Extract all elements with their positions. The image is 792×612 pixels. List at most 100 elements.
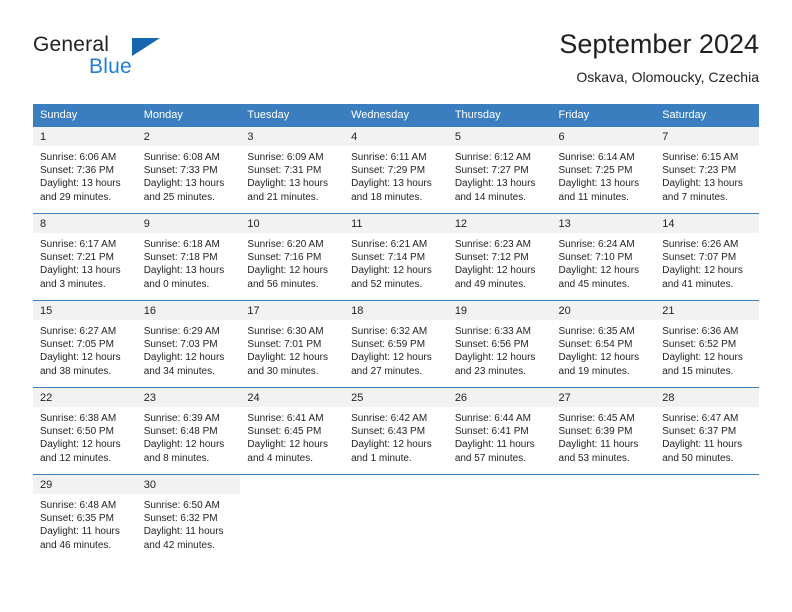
calendar-day-cell[interactable]: 27 Sunrise: 6:45 AM Sunset: 6:39 PM Dayligh… bbox=[551, 387, 656, 475]
calendar-cell-inner: 25 Sunrise: 6:42 AM Sunset: 6:43 PM Dayligh… bbox=[344, 388, 448, 474]
calendar-day-cell[interactable]: 19 Sunrise: 6:33 AM Sunset: 6:56 PM Dayligh… bbox=[447, 300, 552, 388]
calendar-cell-inner: 23 Sunrise: 6:39 AM Sunset: 6:48 PM Dayligh… bbox=[136, 388, 241, 474]
calendar-day-cell[interactable]: 8 Sunrise: 6:17 AM Sunset: 7:21 PM Daylight… bbox=[33, 213, 137, 301]
calendar-day-cell[interactable]: 13 Sunrise: 6:24 AM Sunset: 7:10 PM Dayligh… bbox=[551, 213, 656, 301]
calendar-day-cell[interactable]: 5 Sunrise: 6:12 AM Sunset: 7:27 PM Daylight… bbox=[447, 126, 552, 214]
calendar-cell-inner: 10 Sunrise: 6:20 AM Sunset: 7:16 PM Dayligh… bbox=[240, 214, 345, 300]
calendar-cell-inner bbox=[240, 475, 345, 561]
sunset-text: Sunset: 7:21 PM bbox=[40, 252, 114, 264]
daylight-text: Daylight: 12 hours and 52 minutes. bbox=[351, 265, 432, 290]
sunrise-text: Sunrise: 6:27 AM bbox=[40, 326, 117, 337]
day-number bbox=[551, 475, 656, 494]
calendar-day-cell[interactable]: 16 Sunrise: 6:29 AM Sunset: 7:03 PM Dayligh… bbox=[136, 300, 241, 388]
sunset-text: Sunset: 6:41 PM bbox=[454, 426, 529, 438]
day-details: Sunrise: 6:24 AM Sunset: 7:10 PM Daylight:… bbox=[552, 233, 656, 291]
weekday-header-tuesday: Tuesday bbox=[240, 104, 345, 127]
calendar-day-cell[interactable]: 17 Sunrise: 6:30 AM Sunset: 7:01 PM Dayligh… bbox=[240, 300, 345, 388]
calendar-week-row: 22 Sunrise: 6:38 AM Sunset: 6:50 PM Dayligh… bbox=[33, 387, 759, 475]
calendar-cell-inner: 2 Sunrise: 6:08 AM Sunset: 7:33 PM Daylight… bbox=[136, 127, 241, 213]
day-details: Sunrise: 6:47 AM Sunset: 6:37 PM Daylight:… bbox=[655, 407, 759, 465]
calendar-day-cell[interactable]: 10 Sunrise: 6:20 AM Sunset: 7:16 PM Dayligh… bbox=[240, 213, 345, 301]
daylight-text: Daylight: 11 hours and 57 minutes. bbox=[454, 439, 535, 464]
day-number: 20 bbox=[551, 301, 656, 320]
sunrise-text: Sunrise: 6:08 AM bbox=[143, 152, 220, 163]
calendar-day-cell[interactable]: 26 Sunrise: 6:44 AM Sunset: 6:41 PM Dayligh… bbox=[447, 387, 552, 475]
calendar-cell-inner: 24 Sunrise: 6:41 AM Sunset: 6:45 PM Dayligh… bbox=[240, 388, 345, 474]
calendar-day-cell[interactable]: 2 Sunrise: 6:08 AM Sunset: 7:33 PM Daylight… bbox=[136, 126, 241, 214]
day-details: Sunrise: 6:45 AM Sunset: 6:39 PM Daylight:… bbox=[552, 407, 656, 465]
calendar-cell-inner: 7 Sunrise: 6:15 AM Sunset: 7:23 PM Daylight… bbox=[655, 127, 759, 213]
calendar-day-cell[interactable]: 29 Sunrise: 6:48 AM Sunset: 6:35 PM Dayligh… bbox=[33, 474, 137, 561]
calendar-day-cell[interactable]: 15 Sunrise: 6:27 AM Sunset: 7:05 PM Dayligh… bbox=[33, 300, 137, 388]
calendar-cell-inner: 12 Sunrise: 6:23 AM Sunset: 7:12 PM Dayligh… bbox=[447, 214, 552, 300]
day-number bbox=[240, 475, 345, 494]
sunrise-text: Sunrise: 6:50 AM bbox=[143, 500, 220, 511]
sunset-text: Sunset: 6:56 PM bbox=[454, 339, 529, 351]
daylight-text: Daylight: 12 hours and 4 minutes. bbox=[247, 439, 329, 464]
calendar-day-cell[interactable]: 25 Sunrise: 6:42 AM Sunset: 6:43 PM Dayligh… bbox=[344, 387, 448, 475]
calendar-day-cell[interactable]: 1 Sunrise: 6:06 AM Sunset: 7:36 PM Daylight… bbox=[33, 126, 137, 214]
calendar-cell-inner: 20 Sunrise: 6:35 AM Sunset: 6:54 PM Dayligh… bbox=[551, 301, 656, 387]
brand-logo[interactable]: General Blue bbox=[33, 33, 253, 89]
calendar-day-cell[interactable]: 11 Sunrise: 6:21 AM Sunset: 7:14 PM Dayligh… bbox=[344, 213, 448, 301]
sunrise-text: Sunrise: 6:12 AM bbox=[454, 152, 531, 163]
calendar-day-cell[interactable]: 23 Sunrise: 6:39 AM Sunset: 6:48 PM Dayligh… bbox=[136, 387, 241, 475]
daylight-text: Daylight: 11 hours and 46 minutes. bbox=[40, 526, 120, 551]
title-block: September 2024 Oskava, Olomoucky, Czechi… bbox=[559, 28, 759, 85]
calendar-day-cell[interactable]: 3 Sunrise: 6:09 AM Sunset: 7:31 PM Daylight… bbox=[240, 126, 345, 214]
daylight-text: Daylight: 12 hours and 8 minutes. bbox=[143, 439, 225, 464]
calendar-cell-empty bbox=[447, 474, 552, 561]
sunset-text: Sunset: 7:01 PM bbox=[247, 339, 322, 351]
sunset-text: Sunset: 7:14 PM bbox=[351, 252, 426, 264]
calendar-day-cell[interactable]: 28 Sunrise: 6:47 AM Sunset: 6:37 PM Dayligh… bbox=[655, 387, 759, 475]
daylight-text: Daylight: 13 hours and 14 minutes. bbox=[454, 178, 536, 203]
calendar-day-cell[interactable]: 4 Sunrise: 6:11 AM Sunset: 7:29 PM Daylight… bbox=[344, 126, 448, 214]
daylight-text: Daylight: 13 hours and 25 minutes. bbox=[143, 178, 225, 203]
day-details: Sunrise: 6:39 AM Sunset: 6:48 PM Daylight:… bbox=[137, 407, 241, 465]
calendar-cell-inner: 5 Sunrise: 6:12 AM Sunset: 7:27 PM Daylight… bbox=[447, 127, 552, 213]
sunset-text: Sunset: 7:12 PM bbox=[454, 252, 529, 264]
daylight-text: Daylight: 12 hours and 27 minutes. bbox=[351, 352, 432, 377]
calendar-day-cell[interactable]: 30 Sunrise: 6:50 AM Sunset: 6:32 PM Dayligh… bbox=[136, 474, 241, 561]
calendar-day-cell[interactable]: 22 Sunrise: 6:38 AM Sunset: 6:50 PM Dayligh… bbox=[33, 387, 137, 475]
page-title: September 2024 bbox=[559, 29, 759, 59]
calendar-day-cell[interactable]: 9 Sunrise: 6:18 AM Sunset: 7:18 PM Daylight… bbox=[136, 213, 241, 301]
day-number: 23 bbox=[136, 388, 241, 407]
sunrise-text: Sunrise: 6:47 AM bbox=[662, 413, 739, 424]
calendar-cell-inner: 27 Sunrise: 6:45 AM Sunset: 6:39 PM Dayligh… bbox=[551, 388, 656, 474]
sunrise-text: Sunrise: 6:21 AM bbox=[351, 239, 428, 250]
calendar-day-cell[interactable]: 24 Sunrise: 6:41 AM Sunset: 6:45 PM Dayligh… bbox=[240, 387, 345, 475]
calendar-cell-inner: 18 Sunrise: 6:32 AM Sunset: 6:59 PM Dayligh… bbox=[344, 301, 448, 387]
sunrise-text: Sunrise: 6:39 AM bbox=[143, 413, 220, 424]
weekday-header-thursday: Thursday bbox=[447, 104, 552, 127]
calendar-day-cell[interactable]: 20 Sunrise: 6:35 AM Sunset: 6:54 PM Dayligh… bbox=[551, 300, 656, 388]
day-details: Sunrise: 6:27 AM Sunset: 7:05 PM Daylight:… bbox=[33, 320, 137, 378]
day-number: 10 bbox=[240, 214, 345, 233]
sunset-text: Sunset: 6:35 PM bbox=[40, 513, 114, 525]
calendar-day-cell[interactable]: 21 Sunrise: 6:36 AM Sunset: 6:52 PM Dayligh… bbox=[655, 300, 759, 388]
day-number: 16 bbox=[136, 301, 241, 320]
sunset-text: Sunset: 6:45 PM bbox=[247, 426, 322, 438]
daylight-text: Daylight: 12 hours and 23 minutes. bbox=[454, 352, 536, 377]
day-details: Sunrise: 6:41 AM Sunset: 6:45 PM Daylight:… bbox=[240, 407, 344, 465]
day-details: Sunrise: 6:18 AM Sunset: 7:18 PM Daylight:… bbox=[137, 233, 241, 291]
day-details: Sunrise: 6:38 AM Sunset: 6:50 PM Daylight:… bbox=[33, 407, 137, 465]
calendar-day-cell[interactable]: 18 Sunrise: 6:32 AM Sunset: 6:59 PM Dayligh… bbox=[344, 300, 448, 388]
sunset-text: Sunset: 7:07 PM bbox=[662, 252, 737, 264]
calendar-week-row: 1 Sunrise: 6:06 AM Sunset: 7:36 PM Daylight… bbox=[33, 126, 759, 214]
sunset-text: Sunset: 7:03 PM bbox=[143, 339, 218, 351]
sunrise-text: Sunrise: 6:06 AM bbox=[40, 152, 117, 163]
sunrise-text: Sunrise: 6:41 AM bbox=[247, 413, 324, 424]
calendar-cell-inner: 3 Sunrise: 6:09 AM Sunset: 7:31 PM Daylight… bbox=[240, 127, 345, 213]
day-number: 4 bbox=[344, 127, 448, 146]
sunset-text: Sunset: 7:29 PM bbox=[351, 165, 426, 177]
day-details: Sunrise: 6:30 AM Sunset: 7:01 PM Daylight:… bbox=[240, 320, 344, 378]
sunset-text: Sunset: 7:33 PM bbox=[143, 165, 218, 177]
sunset-text: Sunset: 6:50 PM bbox=[40, 426, 114, 438]
calendar-day-cell[interactable]: 12 Sunrise: 6:23 AM Sunset: 7:12 PM Dayligh… bbox=[447, 213, 552, 301]
calendar-day-cell[interactable]: 6 Sunrise: 6:14 AM Sunset: 7:25 PM Daylight… bbox=[551, 126, 656, 214]
calendar-day-cell[interactable]: 7 Sunrise: 6:15 AM Sunset: 7:23 PM Daylight… bbox=[655, 126, 759, 214]
calendar-cell-inner: 26 Sunrise: 6:44 AM Sunset: 6:41 PM Dayligh… bbox=[447, 388, 552, 474]
calendar-day-cell[interactable]: 14 Sunrise: 6:26 AM Sunset: 7:07 PM Dayligh… bbox=[655, 213, 759, 301]
sunset-text: Sunset: 6:59 PM bbox=[351, 339, 426, 351]
